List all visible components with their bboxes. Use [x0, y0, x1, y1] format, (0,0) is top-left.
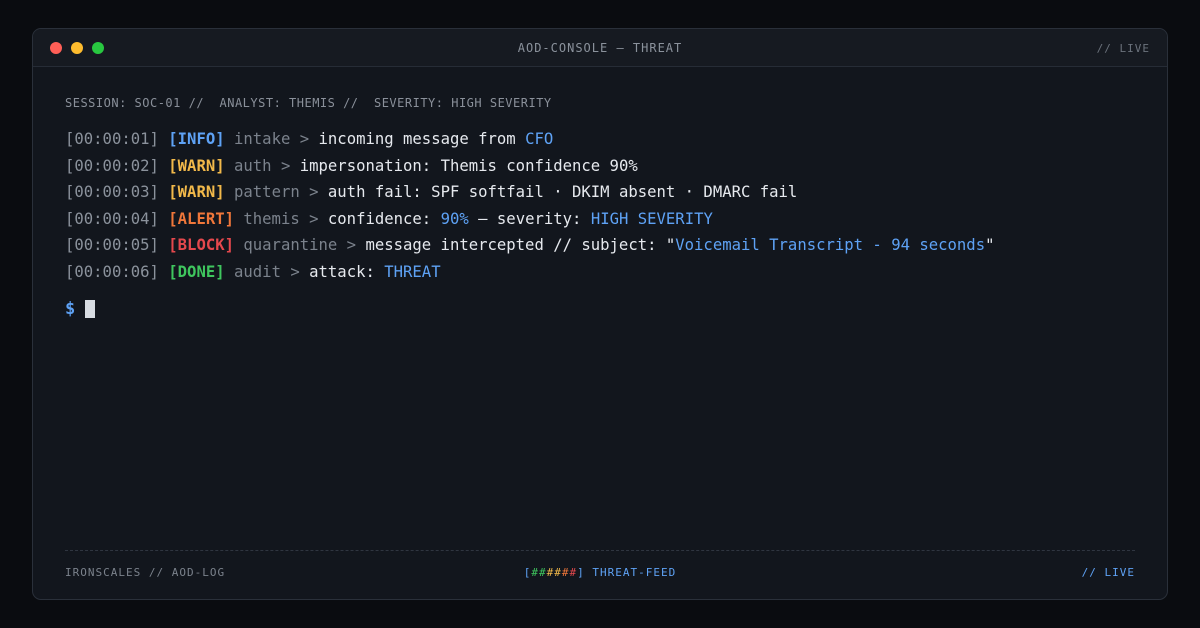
- prompt-symbol: $: [65, 299, 76, 319]
- footer-divider: [65, 550, 1135, 551]
- log-level-tag: [INFO]: [168, 130, 225, 148]
- log-timestamp: [00:00:01]: [65, 130, 159, 148]
- log-message: attack:: [309, 262, 385, 281]
- log-line: [00:00:03] [WARN] pattern > auth fail: S…: [65, 179, 994, 206]
- log-source: auth: [234, 156, 272, 175]
- log-separator: >: [337, 236, 366, 254]
- log-separator: >: [290, 130, 319, 148]
- session-info: SESSION: SOC-01 // ANALYST: THEMIS // SE…: [65, 96, 552, 110]
- log-timestamp: [00:00:05]: [65, 236, 159, 254]
- log-source: audit: [234, 262, 281, 281]
- log-separator: >: [271, 156, 300, 175]
- log-level-tag: [BLOCK]: [168, 236, 234, 254]
- log-message: incoming message from: [318, 130, 526, 148]
- log-timestamp: [00:00:02]: [65, 156, 159, 175]
- log-level-tag: [DONE]: [168, 262, 225, 281]
- meter-segment: #: [531, 566, 539, 579]
- meter-segment: #: [554, 566, 562, 579]
- live-status: // LIVE: [1096, 42, 1150, 55]
- threat-feed-label: THREAT-FEED: [584, 566, 677, 579]
- threat-meter: ######: [531, 566, 577, 579]
- log-line: [00:00:04] [ALERT] themis > confidence: …: [65, 206, 994, 233]
- meter-segment: #: [539, 566, 547, 579]
- log-timestamp: [00:00:04]: [65, 209, 159, 228]
- window-title: AOD-CONSOLE — THREAT: [517, 41, 683, 55]
- log-line: [00:00:05] [BLOCK] quarantine > message …: [65, 232, 994, 259]
- log-highlight: 90%: [440, 209, 469, 228]
- title-bar: AOD-CONSOLE — THREAT // LIVE: [33, 29, 1167, 67]
- log-separator: >: [299, 209, 328, 228]
- log-level-tag: [ALERT]: [168, 209, 234, 228]
- log-source: themis: [243, 209, 300, 228]
- command-prompt[interactable]: $: [65, 299, 96, 319]
- log-separator: >: [299, 183, 328, 201]
- log-timestamp: [00:00:03]: [65, 183, 159, 201]
- threat-feed-indicator: [######] THREAT-FEED: [65, 566, 1135, 579]
- log-message: impersonation: Themis confidence 90%: [299, 156, 638, 175]
- log-line: [00:00:06] [DONE] audit > attack: THREAT: [65, 259, 994, 286]
- log-highlight: CFO: [525, 130, 554, 148]
- meter-segment: #: [561, 566, 570, 579]
- log-message: — severity:: [468, 209, 591, 228]
- log-source: intake: [234, 130, 291, 148]
- log-timestamp: [00:00:06]: [65, 262, 159, 281]
- log-highlight: HIGH SEVERITY: [590, 209, 713, 228]
- meter-segment: #: [569, 566, 578, 579]
- terminal-window: AOD-CONSOLE — THREAT // LIVE SESSION: SO…: [32, 28, 1168, 600]
- log-message: confidence:: [327, 209, 441, 228]
- log-message: auth fail: SPF softfail · DKIM absent · …: [327, 183, 798, 201]
- log-separator: >: [280, 262, 310, 281]
- log-line: [00:00:02] [WARN] auth > impersonation: …: [65, 153, 994, 180]
- meter-bracket-close: ]: [577, 566, 585, 579]
- text-cursor: [85, 300, 96, 318]
- log-level-tag: [WARN]: [168, 183, 225, 201]
- log-highlight: THREAT: [384, 262, 441, 281]
- log-message: ": [985, 236, 995, 254]
- log-line: [00:00:01] [INFO] intake > incoming mess…: [65, 126, 994, 153]
- log-source: pattern: [234, 183, 300, 201]
- log-output: [00:00:01] [INFO] intake > incoming mess…: [65, 126, 994, 285]
- log-message: message intercepted // subject: ": [365, 236, 676, 254]
- log-highlight: Voicemail Transcript - 94 seconds: [675, 236, 986, 254]
- log-level-tag: [WARN]: [168, 156, 225, 175]
- footer-live-status: // LIVE: [1081, 566, 1135, 579]
- log-source: quarantine: [243, 236, 338, 254]
